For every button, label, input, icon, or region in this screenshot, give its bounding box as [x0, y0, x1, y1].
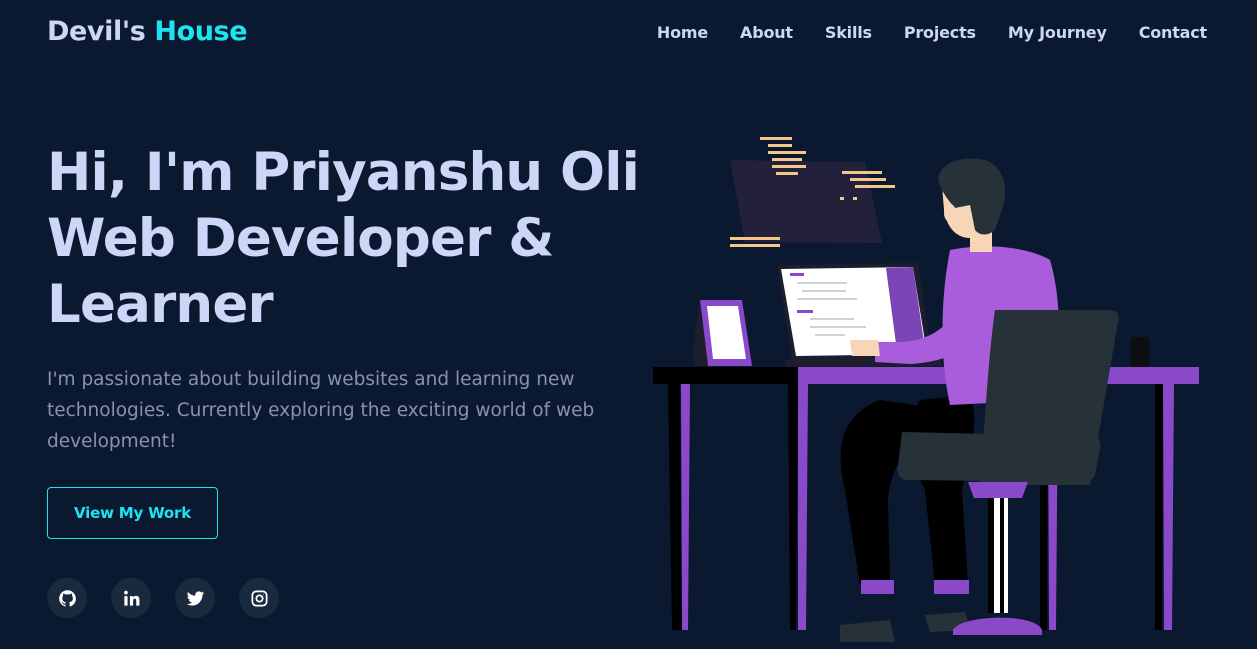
hero-title: Hi, I'm Priyanshu Oli Web Developer & Le… — [47, 142, 640, 335]
page: Devil's House Home About Skills Projects… — [0, 0, 1257, 649]
github-link[interactable] — [47, 578, 87, 618]
linkedin-link[interactable] — [111, 578, 151, 618]
logo-accent-text: House — [154, 16, 248, 47]
nav-skills[interactable]: Skills — [825, 23, 872, 42]
site-logo[interactable]: Devil's House — [47, 16, 248, 47]
social-links — [47, 578, 279, 618]
logo-text: Devil's — [47, 16, 146, 47]
github-icon — [58, 589, 76, 607]
instagram-icon — [251, 590, 267, 606]
instagram-link[interactable] — [239, 578, 279, 618]
view-my-work-button[interactable]: View My Work — [47, 487, 218, 539]
nav-home[interactable]: Home — [657, 23, 708, 42]
developer-illustration — [653, 137, 1199, 642]
tablet — [694, 300, 752, 366]
twitter-icon — [186, 590, 204, 606]
nav-contact[interactable]: Contact — [1139, 23, 1208, 42]
nav-my-journey[interactable]: My Journey — [1008, 23, 1107, 42]
floating-code-panel — [730, 137, 895, 247]
main-nav: Home About Skills Projects My Journey Co… — [657, 23, 1207, 42]
twitter-link[interactable] — [175, 578, 215, 618]
coffee-cup — [1131, 337, 1149, 367]
nav-about[interactable]: About — [740, 23, 793, 42]
hero-description: I'm passionate about building websites a… — [47, 369, 595, 452]
nav-projects[interactable]: Projects — [904, 23, 976, 42]
linkedin-icon — [123, 590, 139, 606]
